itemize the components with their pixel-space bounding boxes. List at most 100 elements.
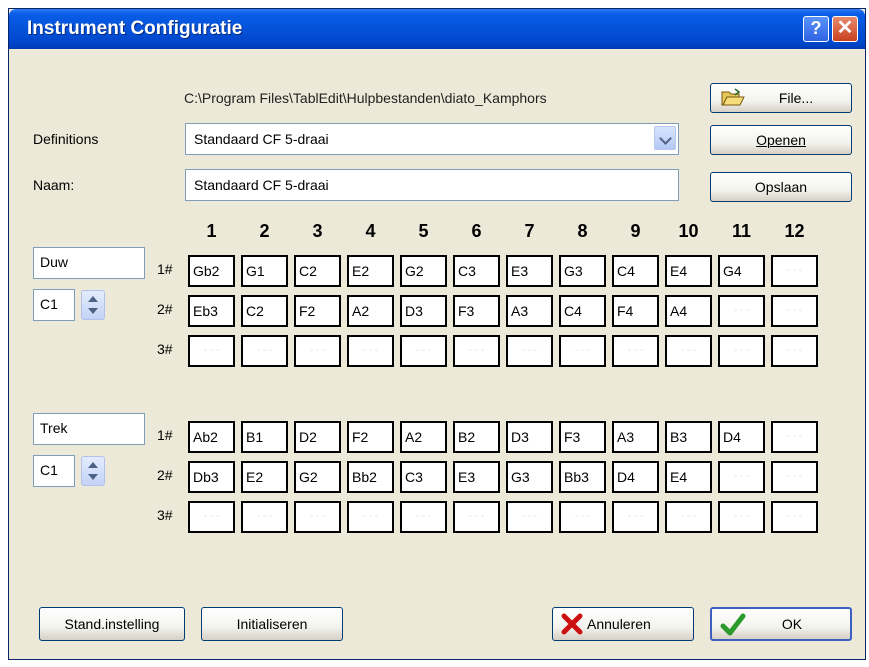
duw-note-cell[interactable]: F2 <box>294 295 341 327</box>
trek-note-cell[interactable]: - - - <box>718 501 765 533</box>
duw-note-cell[interactable]: Eb3 <box>188 295 235 327</box>
trek-note-cell[interactable]: - - - <box>718 461 765 493</box>
trek-note-cell[interactable]: - - - <box>771 461 818 493</box>
trek-note-cell[interactable]: C3 <box>400 461 447 493</box>
duw-note-cell[interactable]: E3 <box>506 255 553 287</box>
duw-note-cell[interactable]: - - - <box>347 335 394 367</box>
trek-note-cell[interactable]: D4 <box>612 461 659 493</box>
duw-note-cell[interactable]: - - - <box>453 335 500 367</box>
duw-note-cell[interactable]: D3 <box>400 295 447 327</box>
trek-note-cell[interactable]: - - - <box>559 501 606 533</box>
duw-note-cell[interactable]: - - - <box>718 295 765 327</box>
initialiseren-button[interactable]: Initialiseren <box>201 607 343 641</box>
title-bar[interactable]: Instrument Configuratie ? ✕ <box>9 9 865 49</box>
trek-note-cell[interactable]: D4 <box>718 421 765 453</box>
trek-note-cell[interactable]: - - - <box>241 501 288 533</box>
duw-note-cell[interactable]: - - - <box>718 335 765 367</box>
duw-note-cell[interactable]: A2 <box>347 295 394 327</box>
chevron-up-icon[interactable] <box>88 296 98 302</box>
trek-note-cell[interactable]: E2 <box>241 461 288 493</box>
trek-note-cell[interactable]: B2 <box>453 421 500 453</box>
duw-note-cell[interactable]: G2 <box>400 255 447 287</box>
column-header: 4 <box>365 221 376 241</box>
chevron-down-icon[interactable] <box>88 308 98 314</box>
duw-note-cell[interactable]: - - - <box>665 335 712 367</box>
duw-note-cell[interactable]: Gb2 <box>188 255 235 287</box>
file-button[interactable]: File... <box>710 83 852 113</box>
trek-note-cell[interactable]: Bb2 <box>347 461 394 493</box>
duw-note-cell[interactable]: - - - <box>612 335 659 367</box>
trek-note-cell[interactable]: - - - <box>347 501 394 533</box>
trek-note-cell[interactable]: B3 <box>665 421 712 453</box>
trek-note-cell[interactable]: - - - <box>665 501 712 533</box>
trek-note-cell[interactable]: D2 <box>294 421 341 453</box>
column-header: 9 <box>630 221 641 241</box>
trek-note-cell[interactable]: - - - <box>188 501 235 533</box>
duw-key-field[interactable]: C1 <box>33 289 75 321</box>
trek-note-cell[interactable]: E4 <box>665 461 712 493</box>
trek-note-cell[interactable]: - - - <box>400 501 447 533</box>
duw-name-field[interactable]: Duw <box>33 247 145 279</box>
duw-note-cell[interactable]: - - - <box>400 335 447 367</box>
trek-note-cell[interactable]: D3 <box>506 421 553 453</box>
trek-note-cell[interactable]: Bb3 <box>559 461 606 493</box>
chevron-down-icon[interactable] <box>88 474 98 480</box>
trek-note-cell[interactable]: A3 <box>612 421 659 453</box>
duw-note-cell[interactable]: - - - <box>241 335 288 367</box>
duw-note-cell[interactable]: E2 <box>347 255 394 287</box>
column-header: 12 <box>784 221 805 241</box>
duw-note-cell[interactable]: - - - <box>506 335 553 367</box>
duw-note-cell[interactable]: - - - <box>771 255 818 287</box>
trek-note-cell[interactable]: - - - <box>771 501 818 533</box>
duw-note-cell[interactable]: - - - <box>559 335 606 367</box>
trek-note-cell[interactable]: G3 <box>506 461 553 493</box>
trek-note-cell[interactable]: F2 <box>347 421 394 453</box>
duw-note-cell[interactable]: - - - <box>188 335 235 367</box>
annuleren-button[interactable]: Annuleren <box>552 607 694 641</box>
duw-note-cell[interactable]: - - - <box>771 335 818 367</box>
duw-key-spinner[interactable] <box>81 290 105 320</box>
duw-note-cell[interactable]: C3 <box>453 255 500 287</box>
openen-button[interactable]: Openen <box>710 125 852 155</box>
duw-note-cell[interactable]: G1 <box>241 255 288 287</box>
chevron-down-icon[interactable] <box>654 126 676 150</box>
duw-note-cell[interactable]: A4 <box>665 295 712 327</box>
stand-instelling-button[interactable]: Stand.instelling <box>39 607 185 641</box>
duw-note-cell[interactable]: C4 <box>559 295 606 327</box>
duw-note-cell[interactable]: C2 <box>241 295 288 327</box>
trek-note-cell[interactable]: - - - <box>771 421 818 453</box>
trek-name-field[interactable]: Trek <box>33 413 145 445</box>
duw-note-cell[interactable]: G3 <box>559 255 606 287</box>
close-button[interactable]: ✕ <box>832 16 858 42</box>
duw-note-cell[interactable]: F4 <box>612 295 659 327</box>
duw-note-cell[interactable]: C4 <box>612 255 659 287</box>
duw-note-cell[interactable]: C2 <box>294 255 341 287</box>
opslaan-button[interactable]: Opslaan <box>710 172 852 202</box>
help-button[interactable]: ? <box>803 16 829 42</box>
trek-note-cell[interactable]: A2 <box>400 421 447 453</box>
duw-note-cell[interactable]: E4 <box>665 255 712 287</box>
stand-instelling-label: Stand.instelling <box>64 616 160 632</box>
chevron-up-icon[interactable] <box>88 462 98 468</box>
trek-note-cell[interactable]: - - - <box>612 501 659 533</box>
duw-note-cell[interactable]: G4 <box>718 255 765 287</box>
trek-note-cell[interactable]: - - - <box>453 501 500 533</box>
ok-button[interactable]: OK <box>710 607 852 641</box>
trek-note-cell[interactable]: F3 <box>559 421 606 453</box>
definitions-select[interactable]: Standaard CF 5-draai <box>185 123 679 155</box>
column-header: 11 <box>731 221 752 241</box>
trek-note-cell[interactable]: - - - <box>506 501 553 533</box>
duw-note-cell[interactable]: F3 <box>453 295 500 327</box>
duw-note-cell[interactable]: A3 <box>506 295 553 327</box>
duw-note-cell[interactable]: - - - <box>294 335 341 367</box>
trek-key-spinner[interactable] <box>81 456 105 486</box>
trek-note-cell[interactable]: E3 <box>453 461 500 493</box>
trek-note-cell[interactable]: G2 <box>294 461 341 493</box>
trek-note-cell[interactable]: Ab2 <box>188 421 235 453</box>
trek-note-cell[interactable]: B1 <box>241 421 288 453</box>
trek-key-field[interactable]: C1 <box>33 455 75 487</box>
duw-note-cell[interactable]: - - - <box>771 295 818 327</box>
trek-note-cell[interactable]: - - - <box>294 501 341 533</box>
trek-note-cell[interactable]: Db3 <box>188 461 235 493</box>
naam-input[interactable]: Standaard CF 5-draai <box>185 169 679 201</box>
